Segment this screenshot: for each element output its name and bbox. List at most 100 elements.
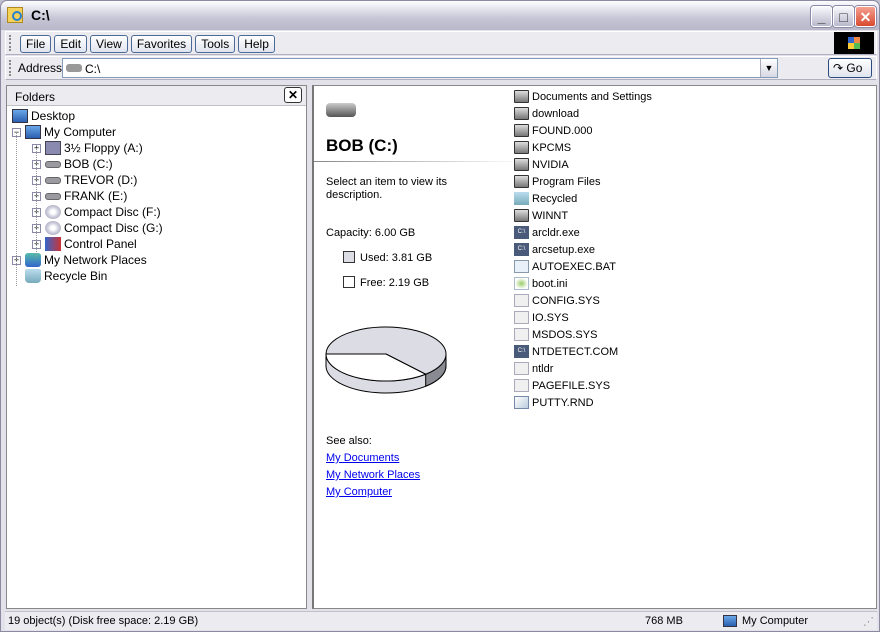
file-name: AUTOEXEC.BAT	[532, 260, 616, 273]
tree-item[interactable]: + Control Panel	[32, 236, 137, 252]
file-name: download	[532, 107, 580, 120]
file-item[interactable]: PUTTY.RND	[514, 394, 652, 411]
sys-icon	[514, 294, 529, 307]
file-item[interactable]: PAGEFILE.SYS	[514, 377, 652, 394]
tree-item[interactable]: + Compact Disc (F:)	[32, 204, 161, 220]
file-item[interactable]: download	[514, 105, 652, 122]
explorer-window: C:\ _ □ ✕ File Edit View Favorites Tools Help…	[0, 0, 880, 632]
file-name: WINNT	[532, 209, 569, 222]
file-item[interactable]: C:\ arcsetup.exe	[514, 241, 652, 258]
capacity: Capacity: 6.00 GB	[326, 227, 416, 239]
maximize-icon: □	[839, 9, 848, 25]
tree-item[interactable]: − My Computer	[12, 124, 116, 140]
file-item[interactable]: Program Files	[514, 173, 652, 190]
file-item[interactable]: boot.ini	[514, 275, 652, 292]
close-button[interactable]: ✕	[855, 6, 876, 27]
menu-file[interactable]: File	[20, 35, 52, 53]
file-item[interactable]: Documents and Settings	[514, 88, 652, 105]
menu-help[interactable]: Help	[238, 35, 275, 53]
link-my-documents[interactable]: My Documents	[326, 452, 420, 469]
file-item[interactable]: WINNT	[514, 207, 652, 224]
tree-item-label: Compact Disc (G:)	[64, 221, 163, 235]
menu-view[interactable]: View	[90, 35, 128, 53]
file-item[interactable]: FOUND.000	[514, 122, 652, 139]
file-name: arcldr.exe	[532, 226, 580, 239]
address-bar: Address C:\ ▼ ↷ Go	[5, 56, 877, 80]
status-bar: 19 object(s) (Disk free space: 2.19 GB) …	[5, 611, 877, 630]
tree-item[interactable]: + BOB (C:)	[32, 156, 113, 172]
tree-item-label: 3½ Floppy (A:)	[64, 141, 143, 155]
tree-item-label: Compact Disc (F:)	[64, 205, 161, 219]
file-item[interactable]: ntldr	[514, 360, 652, 377]
bat-icon	[514, 260, 529, 273]
tree-line	[16, 132, 17, 286]
status-zone: My Computer	[742, 615, 809, 627]
bin-icon	[514, 192, 529, 205]
minimize-button[interactable]: _	[811, 6, 832, 27]
tree-item[interactable]: + FRANK (E:)	[32, 188, 127, 204]
address-value: C:\	[85, 62, 101, 76]
tree-item[interactable]: + My Network Places	[12, 252, 147, 268]
file-name: CONFIG.SYS	[532, 294, 600, 307]
menu-favorites[interactable]: Favorites	[130, 35, 193, 53]
sys-icon	[514, 311, 529, 324]
tree-item[interactable]: Recycle Bin	[12, 268, 107, 284]
file-item[interactable]: NVIDIA	[514, 156, 652, 173]
disk-usage-pie-chart	[325, 326, 447, 394]
address-label: Address	[18, 61, 63, 75]
file-name: ntldr	[532, 362, 554, 375]
sys-icon	[514, 328, 529, 341]
toolbar-grip[interactable]	[9, 60, 11, 76]
file-item[interactable]: CONFIG.SYS	[514, 292, 652, 309]
tree-item[interactable]: + TREVOR (D:)	[32, 172, 137, 188]
folder-icon	[514, 209, 529, 222]
drive-icon	[45, 176, 61, 184]
go-label: Go	[846, 61, 863, 75]
tree-item-label: BOB (C:)	[64, 157, 113, 171]
file-name: NVIDIA	[532, 158, 569, 171]
description: Select an item to view its description.	[326, 176, 448, 201]
file-item[interactable]: Recycled	[514, 190, 652, 207]
file-item[interactable]: C:\ NTDETECT.COM	[514, 343, 652, 360]
file-item[interactable]: C:\ arcldr.exe	[514, 224, 652, 241]
sys-icon	[514, 379, 529, 392]
resize-grip[interactable]: ⋰	[863, 615, 874, 628]
file-name: arcsetup.exe	[532, 243, 595, 256]
file-list: Documents and Settings download FOUND.000 K…	[514, 88, 652, 411]
menu-edit[interactable]: Edit	[54, 35, 88, 53]
go-button[interactable]: ↷ Go	[828, 58, 872, 78]
file-item[interactable]: IO.SYS	[514, 309, 652, 326]
file-name: NTDETECT.COM	[532, 345, 619, 358]
folders-pane: Folders ✕ Desktop − My Computer +3½ Floppy …	[6, 85, 307, 609]
toolbar-grip[interactable]	[9, 35, 11, 51]
title-bar[interactable]: C:\ _ □ ✕	[1, 1, 879, 30]
file-name: MSDOS.SYS	[532, 328, 598, 341]
file-item[interactable]: MSDOS.SYS	[514, 326, 652, 343]
folder-icon	[514, 175, 529, 188]
link-my-computer[interactable]: My Computer	[326, 486, 420, 503]
maximize-button[interactable]: □	[833, 6, 854, 27]
com-icon: C:\	[514, 345, 529, 358]
tree-item[interactable]: Desktop	[12, 108, 75, 124]
address-dropdown-button[interactable]: ▼	[760, 59, 777, 77]
explore-folder-icon	[7, 7, 23, 23]
cd-icon	[45, 221, 61, 235]
folder-icon	[514, 124, 529, 137]
menu-tools[interactable]: Tools	[195, 35, 236, 53]
tree-item[interactable]: + Compact Disc (G:)	[32, 220, 163, 236]
tree-item[interactable]: +3½ Floppy (A:)	[32, 140, 143, 156]
file-item[interactable]: KPCMS	[514, 139, 652, 156]
link-my-network-places[interactable]: My Network Places	[326, 469, 420, 486]
drive-title: BOB (C:)	[326, 136, 398, 155]
file-item[interactable]: AUTOEXEC.BAT	[514, 258, 652, 275]
see-also-label: See also:	[326, 435, 372, 447]
hard-drive-icon	[326, 103, 356, 117]
free-swatch	[343, 276, 355, 288]
network-icon	[25, 253, 41, 267]
file-name: boot.ini	[532, 277, 568, 290]
windows-logo	[834, 32, 874, 54]
computer-icon	[25, 125, 41, 139]
address-input[interactable]: C:\ ▼	[62, 58, 778, 78]
status-objects: 19 object(s) (Disk free space: 2.19 GB)	[8, 615, 199, 627]
close-folders-button[interactable]: ✕	[284, 87, 302, 103]
